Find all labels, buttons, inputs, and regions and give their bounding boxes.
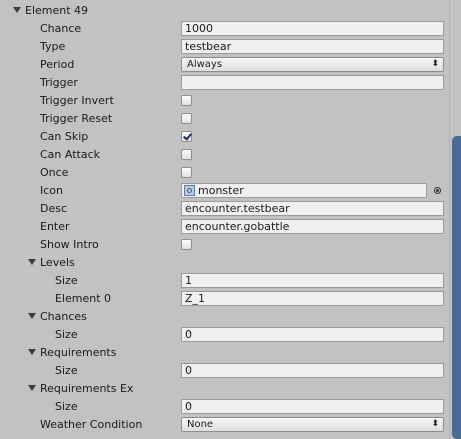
foldout-arrow-icon[interactable] xyxy=(28,313,36,319)
can-skip-checkbox[interactable] xyxy=(181,131,192,142)
requirements-ex-size-row: Size 0 xyxy=(0,398,448,416)
requirements-ex-size-field[interactable]: 0 xyxy=(181,399,444,414)
icon-row: Icon monster xyxy=(0,182,448,200)
type-row: Type testbear xyxy=(0,38,448,56)
chances-label: Chances xyxy=(40,310,87,323)
foldout-arrow-icon[interactable] xyxy=(13,7,21,13)
type-field[interactable]: testbear xyxy=(181,39,444,54)
period-dropdown-value: Always xyxy=(187,59,223,70)
can-attack-checkbox[interactable] xyxy=(181,149,192,160)
show-intro-label: Show Intro xyxy=(40,238,99,251)
levels-label: Levels xyxy=(40,256,75,269)
show-intro-checkbox[interactable] xyxy=(181,239,192,250)
chances-size-row: Size 0 xyxy=(0,326,448,344)
requirements-size-row: Size 0 xyxy=(0,362,448,380)
period-dropdown[interactable]: Always ⬍ xyxy=(181,57,444,72)
levels-element0-row: Element 0 Z_1 xyxy=(0,290,448,308)
weather-condition-dropdown[interactable]: None ⬍ xyxy=(181,417,444,432)
desc-field[interactable]: encounter.testbear xyxy=(181,201,444,216)
trigger-reset-row: Trigger Reset xyxy=(0,110,448,128)
can-attack-row: Can Attack xyxy=(0,146,448,164)
show-intro-row: Show Intro xyxy=(0,236,448,254)
once-label: Once xyxy=(40,166,69,179)
enter-label: Enter xyxy=(40,220,70,233)
icon-object-field[interactable]: monster xyxy=(181,183,427,198)
once-row: Once xyxy=(0,164,448,182)
requirements-label: Requirements xyxy=(40,346,117,359)
icon-object-value: monster xyxy=(198,184,244,197)
trigger-field[interactable] xyxy=(181,75,444,90)
object-picker-icon[interactable] xyxy=(434,187,441,194)
can-attack-label: Can Attack xyxy=(40,148,101,161)
type-label: Type xyxy=(40,40,66,53)
can-skip-row: Can Skip xyxy=(0,128,448,146)
trigger-label: Trigger xyxy=(40,76,78,89)
chances-size-label: Size xyxy=(55,328,78,341)
requirements-size-label: Size xyxy=(55,364,78,377)
requirements-ex-size-label: Size xyxy=(55,400,78,413)
chance-label: Chance xyxy=(40,22,82,35)
can-skip-label: Can Skip xyxy=(40,130,89,143)
chance-field[interactable]: 1000 xyxy=(181,21,444,36)
levels-element0-label: Element 0 xyxy=(55,292,112,305)
icon-label: Icon xyxy=(40,184,63,197)
levels-size-label: Size xyxy=(55,274,78,287)
period-label: Period xyxy=(40,58,75,71)
trigger-invert-checkbox[interactable] xyxy=(181,95,192,106)
weather-condition-value: None xyxy=(187,419,214,430)
levels-foldout[interactable]: Levels xyxy=(0,254,448,272)
trigger-reset-checkbox[interactable] xyxy=(181,113,192,124)
enter-row: Enter encounter.gobattle xyxy=(0,218,448,236)
foldout-arrow-icon[interactable] xyxy=(28,259,36,265)
scrollbar-thumb[interactable] xyxy=(452,136,461,439)
desc-label: Desc xyxy=(40,202,68,215)
levels-element0-field[interactable]: Z_1 xyxy=(181,291,444,306)
weather-condition-label: Weather Condition xyxy=(40,418,143,431)
chance-row: Chance 1000 xyxy=(0,20,448,38)
chances-foldout[interactable]: Chances xyxy=(0,308,448,326)
levels-size-field[interactable]: 1 xyxy=(181,273,444,288)
period-row: Period Always ⬍ xyxy=(0,56,448,74)
levels-size-row: Size 1 xyxy=(0,272,448,290)
requirements-foldout[interactable]: Requirements xyxy=(0,344,448,362)
element-foldout[interactable]: Element 49 xyxy=(0,2,448,20)
once-checkbox[interactable] xyxy=(181,167,192,178)
enter-field[interactable]: encounter.gobattle xyxy=(181,219,444,234)
foldout-arrow-icon[interactable] xyxy=(28,349,36,355)
element-header-label: Element 49 xyxy=(25,4,89,17)
requirements-size-field[interactable]: 0 xyxy=(181,363,444,378)
weather-condition-row: Weather Condition None ⬍ xyxy=(0,416,448,434)
requirements-ex-foldout[interactable]: Requirements Ex xyxy=(0,380,448,398)
trigger-invert-label: Trigger Invert xyxy=(40,94,114,107)
desc-row: Desc encounter.testbear xyxy=(0,200,448,218)
requirements-ex-label: Requirements Ex xyxy=(40,382,134,395)
trigger-reset-label: Trigger Reset xyxy=(40,112,113,125)
dropdown-arrows-icon: ⬍ xyxy=(431,59,439,69)
chances-size-field[interactable]: 0 xyxy=(181,327,444,342)
dropdown-arrows-icon: ⬍ xyxy=(431,419,439,429)
texture-icon xyxy=(184,185,195,196)
trigger-row: Trigger xyxy=(0,74,448,92)
foldout-arrow-icon[interactable] xyxy=(28,385,36,391)
trigger-invert-row: Trigger Invert xyxy=(0,92,448,110)
